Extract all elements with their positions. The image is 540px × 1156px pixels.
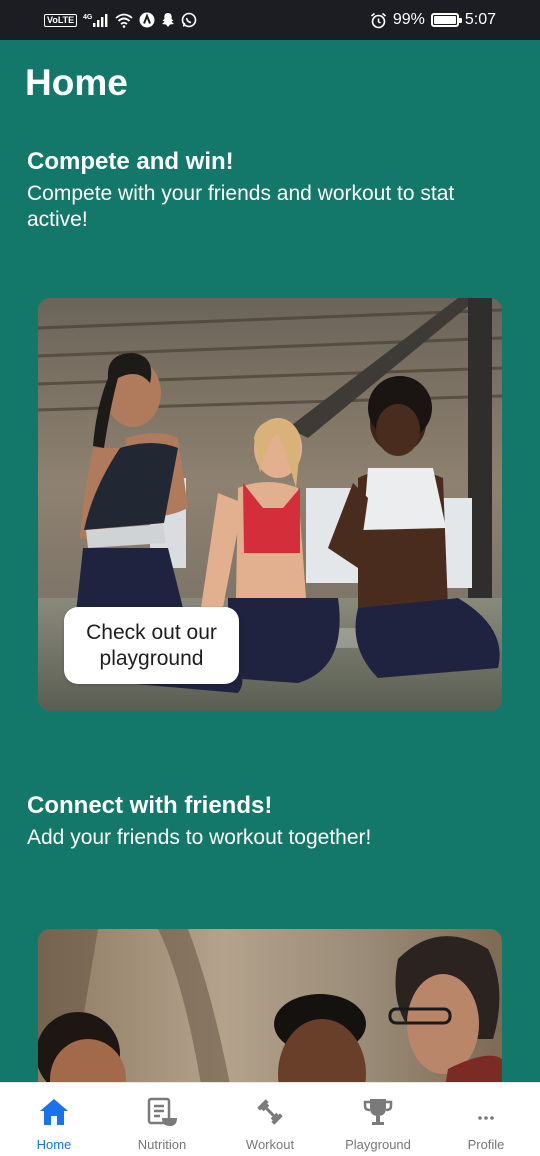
nav-workout-label: Workout (245, 1137, 295, 1152)
signal-icon: 4G (83, 12, 109, 28)
wifi-icon (115, 12, 133, 28)
nav-nutrition[interactable]: Nutrition (108, 1083, 216, 1156)
svg-text:4G: 4G (83, 14, 93, 21)
app-notification-icon (139, 12, 155, 28)
nav-workout[interactable]: Workout (216, 1083, 324, 1156)
home-icon (37, 1095, 71, 1129)
status-time: 5:07 (464, 11, 496, 28)
alarm-icon (370, 12, 387, 29)
status-bar: VoLTE 4G 99% 5:07 (0, 0, 540, 40)
nav-profile[interactable]: Profile (432, 1083, 540, 1156)
trophy-icon (361, 1095, 395, 1129)
nav-nutrition-label: Nutrition (137, 1137, 187, 1152)
status-right: 99% 5:07 (370, 11, 496, 29)
nav-playground-label: Playground (345, 1137, 411, 1152)
whatsapp-notification-icon (181, 12, 197, 28)
nav-playground[interactable]: Playground (324, 1083, 432, 1156)
compete-heading: Compete and win! (27, 148, 234, 175)
compete-subtitle: Compete with your friends and workout to… (27, 182, 455, 231)
battery-icon (430, 13, 462, 27)
snapchat-notification-icon (161, 12, 175, 28)
more-icon (469, 1095, 503, 1129)
status-left: VoLTE 4G (44, 12, 197, 28)
connect-heading: Connect with friends! (27, 792, 273, 819)
dumbbell-icon (253, 1095, 287, 1129)
bottom-navigation: Home Nutrition Workout Playground Profil… (0, 1082, 540, 1156)
connect-subtitle: Add your friends to workout together! (27, 826, 372, 849)
volte-icon: VoLTE (44, 13, 78, 27)
nav-profile-label: Profile (467, 1137, 505, 1152)
nav-home[interactable]: Home (0, 1083, 108, 1156)
playground-cta-button[interactable]: Check out our playground (64, 607, 239, 684)
nutrition-icon (145, 1095, 179, 1129)
page-title: Home (25, 62, 128, 103)
nav-home-label: Home (36, 1137, 72, 1152)
battery-percent: 99% (392, 11, 425, 28)
